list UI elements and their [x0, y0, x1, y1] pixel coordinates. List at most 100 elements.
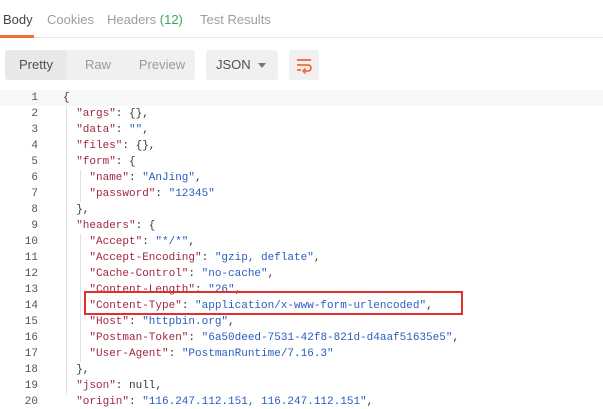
tab-headers-label: Headers	[107, 12, 157, 27]
json-key: "json"	[76, 380, 116, 392]
json-punctuation: : {	[135, 220, 156, 232]
json-punctuation: :	[201, 252, 215, 264]
code-text: "form": {	[76, 154, 135, 170]
json-punctuation: :	[188, 332, 202, 344]
code-text: "args": {},	[76, 106, 149, 122]
view-mode-group: Pretty Raw Preview	[5, 50, 195, 80]
line-number: 19	[24, 380, 38, 392]
code-line: 4 "files": {},	[0, 138, 603, 154]
chevron-down-icon	[258, 63, 266, 68]
tab-body-label: Body	[3, 12, 33, 27]
json-string: "6a50deed-7531-42f8-821d-d4aaf51635e5"	[201, 332, 453, 344]
json-key: "origin"	[76, 396, 129, 408]
json-punctuation: ,	[195, 172, 202, 184]
code-line: 1{	[0, 90, 603, 106]
code-line: 19 "json": null,	[0, 378, 603, 394]
line-number: 11	[24, 252, 38, 264]
code-line: 12 "Cache-Control": "no-cache",	[0, 266, 603, 282]
code-text: "Host": "httpbin.org",	[89, 314, 234, 330]
headers-count-badge: (12)	[159, 12, 183, 27]
code-line: 10 "Accept": "*/*",	[0, 234, 603, 250]
json-key: "args"	[76, 108, 116, 120]
json-punctuation: : {	[115, 156, 136, 168]
code-text: "headers": {	[76, 218, 155, 234]
tab-headers[interactable]: Headers (12)	[107, 12, 183, 27]
code-line: 9 "headers": {	[0, 218, 603, 234]
json-key: "User-Agent"	[89, 348, 169, 360]
json-key: "files"	[76, 140, 123, 152]
json-punctuation: {	[63, 92, 70, 104]
json-punctuation: ,	[452, 332, 460, 344]
view-pretty-button[interactable]: Pretty	[5, 50, 67, 80]
line-number: 9	[31, 220, 38, 232]
json-punctuation: ,	[267, 268, 275, 280]
code-line: 17 "User-Agent": "PostmanRuntime/7.16.3"	[0, 346, 603, 362]
json-string: "no-cache"	[201, 268, 268, 280]
code-text: "json": null,	[76, 378, 162, 394]
json-key: "form"	[76, 156, 116, 168]
format-select-value: JSON	[216, 57, 251, 72]
code-text: },	[76, 362, 89, 378]
code-line: 7 "password": "12345"	[0, 186, 603, 202]
code-line: 16 "Postman-Token": "6a50deed-7531-42f8-8…	[0, 330, 603, 346]
json-punctuation: :	[142, 236, 156, 248]
json-punctuation: },	[76, 204, 90, 216]
json-string: "AnJing"	[142, 172, 196, 184]
line-number: 12	[24, 268, 38, 280]
code-line: 3 "data": "",	[0, 122, 603, 138]
code-line: 20 "origin": "116.247.112.151, 116.247.11…	[0, 394, 603, 409]
line-number: 15	[24, 316, 38, 328]
json-string: ""	[129, 124, 143, 136]
json-punctuation: :	[155, 188, 169, 200]
json-key: "password"	[89, 188, 156, 200]
line-number: 8	[31, 204, 38, 216]
json-punctuation: ,	[188, 236, 196, 248]
json-key: "Accept"	[89, 236, 143, 248]
code-line: 18},	[0, 362, 603, 378]
code-text: },	[76, 202, 89, 218]
code-text: "data": "",	[76, 122, 149, 138]
line-number: 16	[24, 332, 38, 344]
line-number: 4	[31, 140, 38, 152]
json-string: "116.247.112.151, 116.247.112.151"	[142, 396, 367, 408]
response-body-editor[interactable]: 1{2 "args": {}, 3 "data": "", 4 "files": {}, 5…	[0, 90, 603, 409]
code-text: "User-Agent": "PostmanRuntime/7.16.3"	[89, 346, 333, 362]
view-preview-button[interactable]: Preview	[129, 50, 195, 80]
json-punctuation: },	[76, 364, 90, 376]
code-text: "origin": "116.247.112.151, 116.247.112.…	[76, 394, 373, 409]
tab-test-results-label: Test Results	[200, 12, 271, 27]
tab-test-results[interactable]: Test Results	[200, 12, 271, 27]
json-key: "Host"	[89, 316, 129, 328]
tab-cookies-label: Cookies	[47, 12, 94, 27]
code-text: "Accept": "*/*",	[89, 234, 195, 250]
json-string: "PostmanRuntime/7.16.3"	[181, 348, 334, 360]
json-punctuation: :	[129, 396, 143, 408]
line-number: 17	[24, 348, 38, 360]
line-number: 13	[24, 284, 38, 296]
format-select[interactable]: JSON	[206, 50, 278, 80]
wrap-lines-button[interactable]	[289, 50, 319, 80]
code-text: "name": "AnJing",	[89, 170, 201, 186]
json-key: "Cache-Control"	[89, 268, 189, 280]
tab-body[interactable]: Body	[3, 12, 33, 27]
code-text: {	[63, 90, 70, 106]
json-punctuation: : {},	[122, 140, 156, 152]
code-text: "Postman-Token": "6a50deed-7531-42f8-821…	[89, 330, 459, 346]
json-punctuation: : null,	[115, 380, 163, 392]
wrap-lines-icon	[297, 59, 312, 74]
json-punctuation: :	[115, 124, 129, 136]
tab-cookies[interactable]: Cookies	[47, 12, 94, 27]
json-string: "*/*"	[155, 236, 189, 248]
code-text: "files": {},	[76, 138, 155, 154]
code-text: "password": "12345"	[89, 186, 214, 202]
json-punctuation: :	[168, 348, 182, 360]
json-key: "Postman-Token"	[89, 332, 189, 344]
highlight-annotation-box	[84, 291, 463, 315]
json-punctuation: ,	[366, 396, 374, 408]
code-text: "Accept-Encoding": "gzip, deflate",	[89, 250, 320, 266]
line-number: 6	[31, 172, 38, 184]
json-punctuation: :	[129, 172, 143, 184]
view-raw-button[interactable]: Raw	[67, 50, 129, 80]
json-key: "headers"	[76, 220, 136, 232]
code-line: 6 "name": "AnJing",	[0, 170, 603, 186]
